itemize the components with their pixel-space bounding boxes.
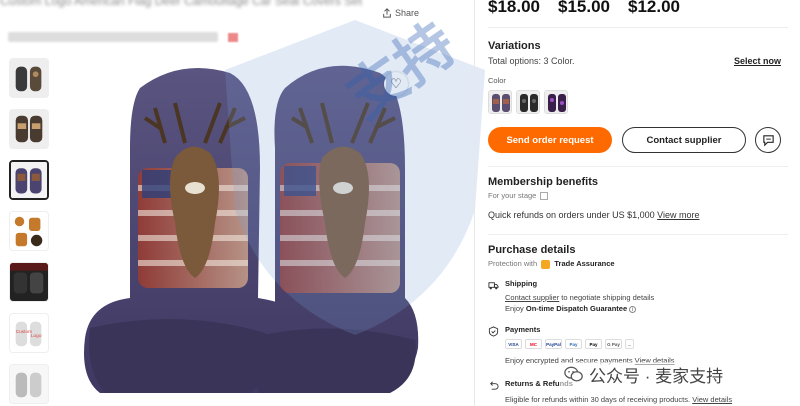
returns-text: Eligible for refunds within 30 days of r… [505,395,691,404]
bank-pay-icon: Pay [565,339,582,349]
rating-row-blurred [8,32,218,42]
swatch-dark-camo[interactable] [516,90,540,114]
guarantee-row: Enjoy On-time Dispatch Guarantee i [505,304,637,313]
product-title: Custom Logo American Flag Deer Camouflag… [0,0,363,8]
refund-row: Quick refunds on orders under US $1,000 … [488,210,699,220]
thumbnail-7[interactable] [9,364,49,404]
shipping-text: to negotiate shipping details [561,293,655,302]
price-tier-1: $18.00 [488,0,540,16]
visa-icon: VISA [505,339,522,349]
wechat-icon [564,366,583,382]
favorite-heart-icon[interactable]: ♡ [384,72,408,96]
shipping-truck-icon [488,278,499,290]
protection-row: Protection with Trade Assurance [488,259,615,269]
guarantee-label: On-time Dispatch Guarantee [525,304,628,313]
shipping-contact-link[interactable]: Contact supplier [505,293,559,302]
svg-text:Custom: Custom [16,329,32,335]
price-tier-2: $15.00 [558,0,610,16]
swatch-purple-camo[interactable] [544,90,568,114]
divider [488,166,788,167]
main-product-image[interactable] [60,48,420,406]
stage-image-icon [540,192,549,201]
wechat-watermark: 公众号 · 麦家支持 [560,362,728,387]
select-now-link[interactable]: Select now [734,56,781,66]
payments-title: Payments [505,325,541,334]
view-more-link[interactable]: View more [657,210,699,220]
color-swatches [488,90,568,114]
more-payments-icon[interactable]: ... [625,339,634,349]
variations-title: Variations [488,40,541,52]
stage-label: For your stage [488,191,537,200]
contact-supplier-button[interactable]: Contact supplier [622,127,746,153]
send-order-request-button[interactable]: Send order request [488,127,612,153]
share-icon [383,8,391,18]
protection-prefix: Protection with [488,259,538,268]
thumbnail-6[interactable]: Custom Logo [9,313,49,353]
swatch-deer-flag[interactable] [488,90,512,114]
trade-assurance-icon [541,259,551,269]
share-button[interactable]: Share [382,8,419,18]
returns-arrow-icon [488,378,499,390]
chat-bubble-icon [762,134,774,146]
purchase-details-title: Purchase details [488,244,576,256]
thumbnail-4[interactable] [9,211,49,251]
price-tier-3: $12.00 [628,0,680,16]
divider [488,234,788,235]
thumbnail-2[interactable] [9,109,49,149]
thumbnail-list: Custom Logo [9,58,49,406]
divider [488,27,788,28]
svg-text:Logo: Logo [31,333,42,339]
shipping-title: Shipping [505,279,538,288]
payments-shield-icon [488,324,499,337]
guarantee-enjoy: Enjoy [505,304,524,313]
paypal-icon: PayPal [545,339,562,349]
stage-text: For your stage [488,191,549,201]
thumbnail-5[interactable] [9,262,49,302]
chat-button[interactable] [755,127,781,153]
wechat-watermark-text: 公众号 · 麦家支持 [589,367,724,386]
thumbnail-1[interactable] [9,58,49,98]
column-divider [474,0,475,406]
price-tiers: $18.00 $15.00 $12.00 [488,0,680,17]
mastercard-icon: MC [525,339,542,349]
info-icon[interactable]: i [629,305,637,313]
share-label: Share [395,8,420,18]
total-options-text: Total options: 3 Color. [488,56,575,66]
membership-title: Membership benefits [488,176,599,188]
returns-row: Eligible for refunds within 30 days of r… [505,395,732,404]
product-page: Custom Logo American Flag Deer Camouflag… [0,0,800,406]
google-pay-icon: G Pay [605,339,622,349]
badge-blurred [228,33,238,42]
color-label: Color [488,76,506,85]
thumbnail-3-active[interactable] [9,160,49,200]
apple-pay-icon: Pay [585,339,602,349]
trade-assurance-label: Trade Assurance [554,259,615,268]
shipping-row: Contact supplier to negotiate shipping d… [505,293,654,302]
payment-methods: VISA MC PayPal Pay Pay G Pay ... [505,339,634,349]
returns-view-details-link[interactable]: View details [692,395,732,404]
refund-text: Quick refunds on orders under US $1,000 [488,210,655,220]
